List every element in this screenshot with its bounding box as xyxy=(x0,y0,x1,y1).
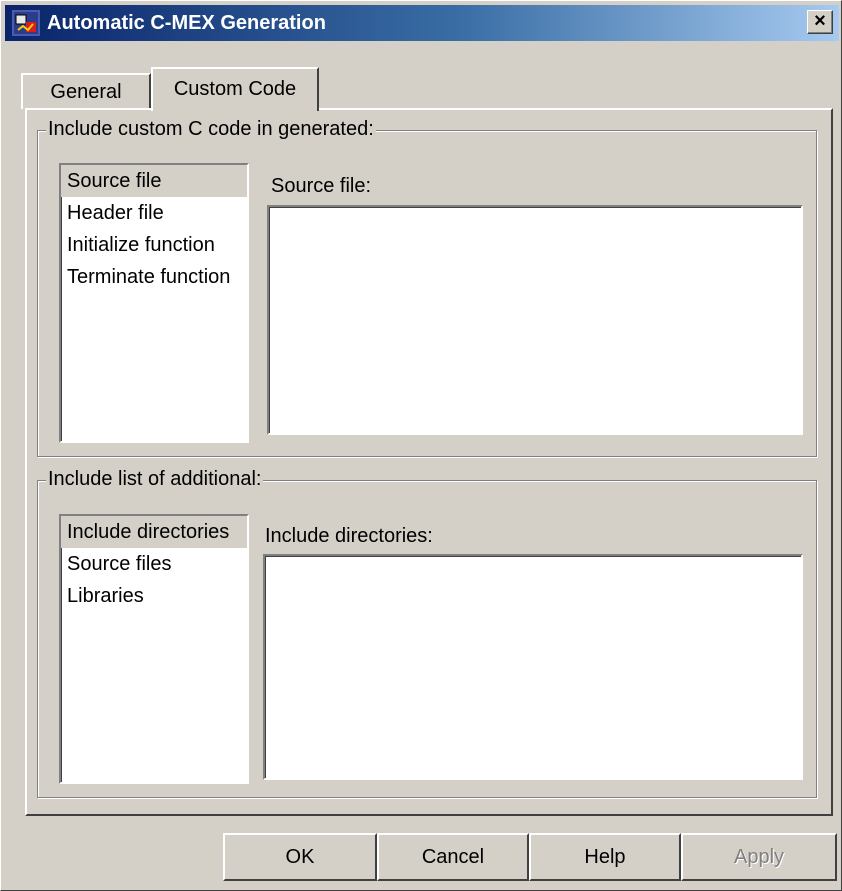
list-item-source-files[interactable]: Source files xyxy=(61,548,247,580)
apply-button[interactable]: Apply xyxy=(681,833,837,881)
close-icon: × xyxy=(814,10,826,32)
additional-section-list[interactable]: Include directories Source files Librari… xyxy=(59,514,249,784)
ok-button[interactable]: OK xyxy=(223,833,377,881)
list-item-terminate-function[interactable]: Terminate function xyxy=(61,261,247,293)
tab-general[interactable]: General xyxy=(21,73,151,109)
tab-custom-code[interactable]: Custom Code xyxy=(151,67,319,111)
list-item-header-file[interactable]: Header file xyxy=(61,197,247,229)
dialog-window: Automatic C-MEX Generation × General Cus… xyxy=(0,0,842,891)
list-item-initialize-function[interactable]: Initialize function xyxy=(61,229,247,261)
simulink-app-icon xyxy=(12,10,40,36)
additional-groupbox: Include list of additional: Include dire… xyxy=(37,466,817,798)
list-item-source-file[interactable]: Source file xyxy=(61,165,247,197)
source-file-textarea[interactable] xyxy=(267,205,803,435)
list-item-libraries[interactable]: Libraries xyxy=(61,580,247,612)
source-file-label: Source file: xyxy=(271,175,372,197)
include-directories-label: Include directories: xyxy=(265,525,433,547)
help-button[interactable]: Help xyxy=(529,833,681,881)
include-directories-textarea[interactable] xyxy=(263,554,803,780)
custom-code-section-list[interactable]: Source file Header file Initialize funct… xyxy=(59,163,249,443)
custom-code-tab-panel: Include custom C code in generated: Sour… xyxy=(25,108,833,816)
additional-group-title: Include list of additional: xyxy=(46,466,264,492)
custom-code-group-title: Include custom C code in generated: xyxy=(46,116,376,142)
close-button[interactable]: × xyxy=(807,10,833,34)
custom-code-groupbox: Include custom C code in generated: Sour… xyxy=(37,116,817,457)
cancel-button[interactable]: Cancel xyxy=(377,833,529,881)
title-bar[interactable]: Automatic C-MEX Generation × xyxy=(5,5,839,41)
window-title: Automatic C-MEX Generation xyxy=(47,12,326,34)
list-item-include-directories[interactable]: Include directories xyxy=(61,516,247,548)
